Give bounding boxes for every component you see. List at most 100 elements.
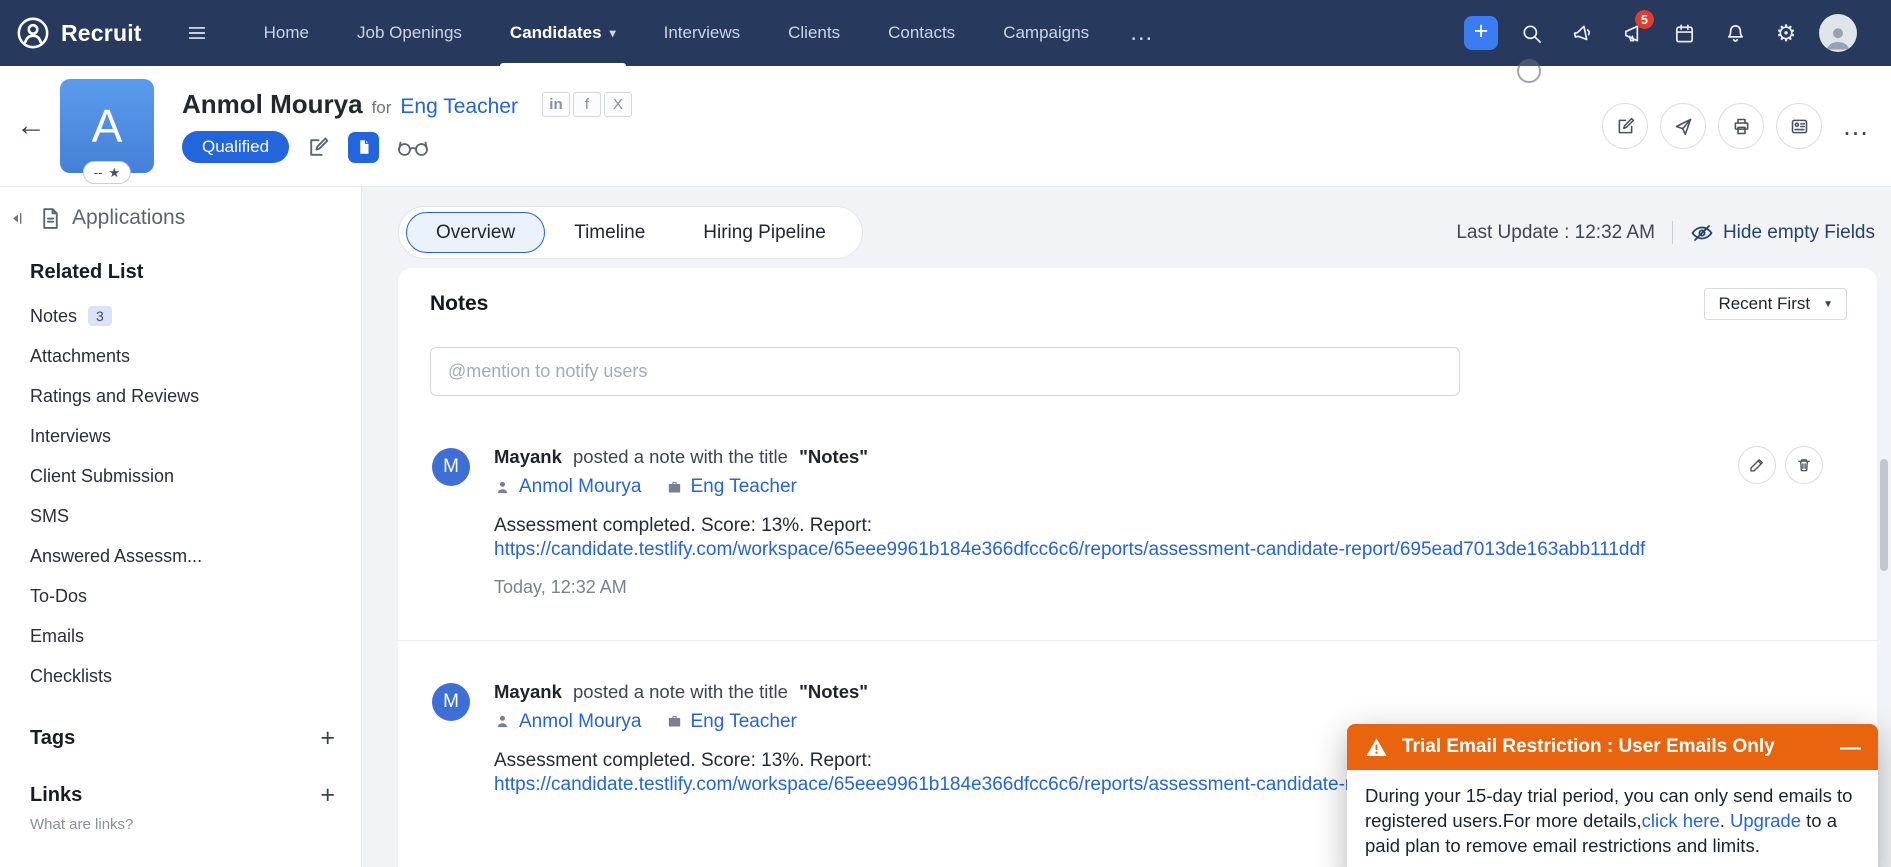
vertical-scrollbar-thumb[interactable] [1880, 459, 1888, 571]
note-author-avatar: M [432, 682, 470, 721]
trash-icon [1798, 459, 1810, 472]
trial-popup-title: Trial Email Restriction : User Emails On… [1402, 736, 1775, 757]
sidebar-item-to-dos[interactable]: To-Dos [0, 576, 361, 616]
trial-popup-header: Trial Email Restriction : User Emails On… [1347, 724, 1878, 770]
notes-section-title: Notes [430, 292, 489, 315]
note-candidate-link[interactable]: Anmol Mourya [519, 711, 642, 733]
tags-section: Tags + [0, 726, 361, 751]
sort-dropdown-value: Recent First [1718, 294, 1811, 313]
tab-overview[interactable]: Overview [406, 212, 546, 253]
tabs-group: Overview Timeline Hiring Pipeline [398, 206, 863, 259]
note-action-text: posted a note with the title [573, 680, 788, 702]
delete-note-button[interactable] [1785, 446, 1823, 484]
nav-job-openings[interactable]: Job Openings [333, 0, 486, 66]
whats-new-megaphone-icon[interactable] [1564, 15, 1600, 51]
links-hint[interactable]: What are links? [0, 808, 361, 833]
search-icon[interactable] [1513, 15, 1549, 51]
note-job-link[interactable]: Eng Teacher [691, 711, 797, 733]
user-avatar[interactable] [1819, 14, 1857, 52]
feedback-note-icon[interactable] [306, 135, 331, 160]
sidebar-item-emails[interactable]: Emails [0, 616, 361, 656]
assessment-board-button[interactable] [1776, 103, 1822, 149]
tab-timeline[interactable]: Timeline [545, 206, 674, 259]
hamburger-menu-icon[interactable] [176, 0, 218, 66]
rating-chip[interactable]: -- ★ [82, 161, 132, 184]
more-actions-button[interactable]: … [1842, 112, 1871, 139]
report-url-link[interactable]: https://candidate.testlify.com/workspace… [494, 539, 1645, 560]
minimize-popup-button[interactable]: — [1840, 737, 1861, 758]
quick-add-button[interactable]: + [1464, 16, 1498, 50]
job-opening-link[interactable]: Eng Teacher [400, 95, 518, 119]
nav-home[interactable]: Home [240, 0, 333, 66]
nav-candidates-label: Candidates [509, 23, 602, 42]
send-mail-button[interactable] [1660, 103, 1706, 149]
note-title: "Notes" [799, 680, 869, 702]
note-author-avatar: M [432, 448, 470, 486]
note-composer-input[interactable] [430, 347, 1460, 396]
sidebar-item-sms[interactable]: SMS [0, 496, 361, 536]
settings-gear-icon[interactable]: ⚙ [1768, 15, 1804, 51]
nav-interviews[interactable]: Interviews [640, 0, 765, 66]
candidate-avatar: A [60, 79, 154, 173]
candidate-name-row: Anmol Mourya for Eng Teacher in f X [182, 89, 632, 120]
nav-more-button[interactable]: … [1113, 0, 1170, 66]
note-job-link[interactable]: Eng Teacher [691, 476, 797, 498]
person-icon [494, 713, 511, 730]
trial-body-mid: . [1719, 810, 1731, 832]
sidebar-item-attachments[interactable]: Attachments [0, 336, 361, 376]
back-arrow-icon[interactable]: ← [16, 111, 46, 141]
trial-restriction-popup: Trial Email Restriction : User Emails On… [1347, 724, 1878, 867]
nav-utilities: + 5 ⚙ [1464, 0, 1857, 66]
hide-empty-fields-toggle[interactable]: Hide empty Fields [1690, 221, 1875, 245]
signals-icon[interactable]: 5 [1615, 10, 1654, 51]
print-button[interactable] [1718, 103, 1764, 149]
sidebar-item-checklists[interactable]: Checklists [0, 656, 361, 696]
tags-title: Tags [30, 727, 76, 749]
chevron-down-icon: ▾ [609, 26, 616, 40]
rating-value: -- [93, 165, 103, 180]
add-tag-button[interactable]: + [320, 726, 335, 751]
nav-contacts[interactable]: Contacts [864, 0, 979, 66]
click-here-link[interactable]: click here [1642, 810, 1720, 831]
add-link-button[interactable]: + [320, 783, 335, 808]
note-links-line: Anmol Mourya Eng Teacher [494, 476, 1845, 498]
applications-label[interactable]: Applications [72, 206, 185, 230]
resume-document-button[interactable] [348, 131, 380, 163]
primary-nav: Home Job Openings Candidates ▾ Interview… [240, 0, 1171, 66]
note-action-text: posted a note with the title [573, 446, 788, 467]
candidate-header-actions: … [1602, 103, 1871, 149]
sidebar-item-ratings-reviews[interactable]: Ratings and Reviews [0, 376, 361, 416]
edit-note-button[interactable] [1738, 446, 1776, 484]
links-section: Links + [0, 783, 361, 808]
sidebar-item-client-submission[interactable]: Client Submission [0, 456, 361, 496]
status-badge[interactable]: Qualified [182, 131, 290, 163]
applications-row: Applications [0, 187, 361, 249]
notifications-bell-icon[interactable] [1717, 15, 1753, 51]
brand[interactable]: Recruit [16, 0, 142, 66]
upgrade-link[interactable]: Upgrade [1730, 810, 1801, 831]
collapse-sidebar-icon[interactable] [10, 209, 29, 228]
nav-campaigns[interactable]: Campaigns [979, 0, 1113, 66]
note-author-name: Mayank [494, 446, 562, 467]
calendar-icon[interactable] [1666, 15, 1702, 51]
note-candidate-link[interactable]: Anmol Mourya [519, 476, 642, 498]
linkedin-icon[interactable]: in [541, 92, 570, 117]
tab-hiring-pipeline[interactable]: Hiring Pipeline [674, 206, 855, 259]
nav-clients[interactable]: Clients [764, 0, 864, 66]
person-icon [494, 479, 511, 496]
candidate-name: Anmol Mourya [182, 89, 363, 119]
hide-empty-fields-label: Hide empty Fields [1722, 221, 1875, 243]
note-author-name: Mayank [494, 680, 562, 702]
sidebar-item-answered-assessments[interactable]: Answered Assessm... [0, 536, 361, 576]
sort-dropdown[interactable]: Recent First ▼ [1704, 288, 1847, 320]
sidebar-item-interviews[interactable]: Interviews [0, 416, 361, 456]
facebook-icon[interactable]: f [572, 92, 601, 117]
sidebar-item-label: Notes [30, 305, 78, 326]
note-header-line: Mayank posted a note with the title "Not… [494, 446, 1845, 468]
nav-candidates[interactable]: Candidates ▾ [486, 0, 640, 66]
compose-note-button[interactable] [1602, 103, 1648, 149]
x-twitter-icon[interactable]: X [603, 92, 632, 117]
sidebar-item-notes[interactable]: Notes 3 [0, 296, 361, 336]
candidate-header: ← A -- ★ Anmol Mourya for Eng Teacher in… [0, 66, 1891, 187]
review-glasses-icon[interactable] [396, 136, 430, 159]
